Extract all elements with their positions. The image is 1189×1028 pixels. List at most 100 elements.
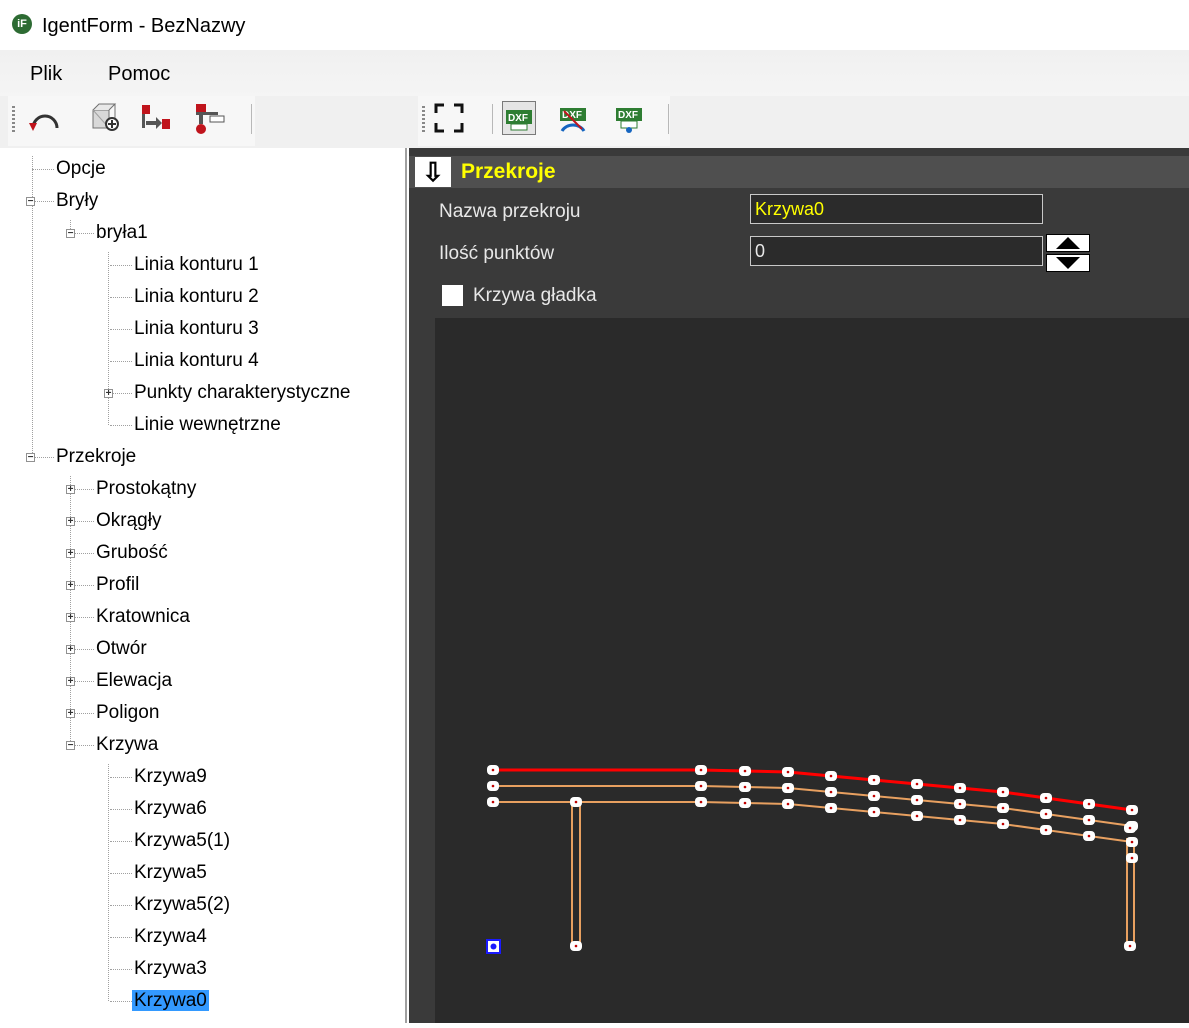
tree-node[interactable]: bryła1: [94, 220, 150, 246]
toolbar-separator: [668, 104, 669, 134]
expand-icon[interactable]: +: [66, 677, 75, 687]
smooth-label: Krzywa gładka: [473, 285, 597, 306]
stepper-up-button[interactable]: [1046, 234, 1090, 252]
node-center-dot: [1130, 808, 1134, 812]
add-solid-icon[interactable]: [88, 101, 122, 135]
tree-guide-line: [72, 489, 94, 490]
node-center-dot: [1130, 856, 1134, 860]
node-center-dot: [786, 786, 790, 790]
name-input[interactable]: Krzywa0: [750, 194, 1043, 224]
tree-node[interactable]: Kratownica: [94, 604, 192, 630]
tree-node-label: Okrągły: [96, 510, 162, 531]
arrow-down-icon[interactable]: ⇩: [415, 157, 451, 187]
node-center-dot: [1001, 822, 1005, 826]
tree-node[interactable]: Opcje: [54, 156, 108, 182]
tree-node[interactable]: Linia konturu 4: [132, 348, 261, 374]
section-profile-icon[interactable]: [192, 101, 226, 135]
expand-icon[interactable]: +: [66, 709, 75, 719]
tree-node[interactable]: Otwór: [94, 636, 149, 662]
tree-node-label: bryła1: [96, 222, 148, 243]
collapse-icon[interactable]: −: [66, 229, 75, 239]
toolbar-separator: [251, 104, 252, 134]
tree-view[interactable]: Opcje − Bryły − bryła1 Linia konturu 1 Linia k…: [0, 148, 407, 1023]
tree-guide-line: [72, 745, 94, 746]
tree-node[interactable]: Krzywa5(1): [132, 828, 232, 854]
node-center-dot: [1044, 828, 1048, 832]
tree-node[interactable]: Krzywa3: [132, 956, 209, 982]
stepper-down-button[interactable]: [1046, 254, 1090, 272]
rotate-arc-icon[interactable]: [28, 101, 62, 135]
tree-node-label: Krzywa6: [134, 798, 207, 819]
triangle-down-icon: [1056, 257, 1080, 269]
tree-node-label: Punkty charakterystyczne: [134, 382, 351, 403]
menu-pomoc[interactable]: Pomoc: [108, 62, 170, 86]
tree-node[interactable]: Krzywa0: [132, 988, 209, 1014]
smooth-checkbox[interactable]: [442, 285, 463, 306]
expand-icon[interactable]: +: [66, 645, 75, 655]
node-center-dot: [829, 774, 833, 778]
node-center-dot: [1128, 944, 1132, 948]
tree-node[interactable]: Krzywa5: [132, 860, 209, 886]
node-center-dot: [1087, 818, 1091, 822]
expand-icon[interactable]: +: [66, 485, 75, 495]
tree-node[interactable]: Grubość: [94, 540, 170, 566]
toolbar-grip[interactable]: [422, 106, 425, 134]
tree-node[interactable]: Linia konturu 2: [132, 284, 261, 310]
node-center-dot: [743, 801, 747, 805]
expand-icon[interactable]: +: [66, 581, 75, 591]
tree-guide-line: [72, 585, 94, 586]
expand-icon[interactable]: +: [66, 517, 75, 527]
tree-node-label: Krzywa3: [134, 958, 207, 979]
collapse-icon[interactable]: −: [66, 741, 75, 751]
dxf-export-icon[interactable]: DXF: [502, 101, 536, 135]
tree-node[interactable]: Linie wewnętrzne: [132, 412, 283, 438]
tree-node[interactable]: Linia konturu 3: [132, 316, 261, 342]
section-move-icon[interactable]: [138, 101, 172, 135]
points-input[interactable]: 0: [750, 236, 1043, 266]
tree-guide-line: [72, 713, 94, 714]
tree-node[interactable]: Okrągły: [94, 508, 163, 534]
toolbar-grip[interactable]: [12, 106, 15, 134]
expand-icon[interactable]: +: [66, 549, 75, 559]
tree-node[interactable]: Krzywa: [94, 732, 160, 758]
collapse-icon[interactable]: −: [26, 197, 35, 207]
tree-guide-line: [32, 201, 54, 202]
dxf-curve-icon[interactable]: DXF: [556, 101, 590, 135]
tree-node[interactable]: Poligon: [94, 700, 161, 726]
node-center-dot: [574, 800, 578, 804]
curve-line-3[interactable]: [493, 801, 1133, 843]
tree-guide-line: [110, 425, 132, 426]
dxf-points-icon[interactable]: DXF: [612, 101, 646, 135]
tree-node-label: Linia konturu 3: [134, 318, 259, 339]
expand-icon[interactable]: +: [104, 389, 113, 399]
triangle-up-icon: [1056, 237, 1080, 249]
tree-node[interactable]: Krzywa5(2): [132, 892, 232, 918]
tree-node-label: Otwór: [96, 638, 147, 659]
tree-node-label: Krzywa5(2): [134, 894, 231, 915]
expand-icon[interactable]: +: [66, 613, 75, 623]
tree-node[interactable]: Bryły: [54, 188, 100, 214]
tree-node-label: Krzywa4: [134, 926, 207, 947]
tree-node-label: Bryły: [56, 190, 99, 211]
tree-node[interactable]: Linia konturu 1: [132, 252, 261, 278]
fit-view-icon[interactable]: [432, 101, 466, 135]
tree-guide-line: [110, 361, 132, 362]
tree-node[interactable]: Prostokątny: [94, 476, 198, 502]
tree-guide-line: [110, 873, 132, 874]
tree-node[interactable]: Profil: [94, 572, 141, 598]
title-bar: iF IgentForm - BezNazwy: [0, 0, 1189, 50]
tree-node[interactable]: Krzywa9: [132, 764, 209, 790]
tree-node[interactable]: Krzywa6: [132, 796, 209, 822]
tree-node[interactable]: Elewacja: [94, 668, 174, 694]
drawing-canvas[interactable]: [435, 318, 1189, 1023]
collapse-icon[interactable]: −: [26, 453, 35, 463]
tree-guide-line: [108, 252, 109, 425]
section-drawing[interactable]: [435, 318, 1189, 1023]
tree-node[interactable]: Krzywa4: [132, 924, 209, 950]
menu-plik[interactable]: Plik: [30, 62, 62, 86]
tree-node-label: Krzywa9: [134, 766, 207, 787]
node-center-dot: [1001, 806, 1005, 810]
node-center-dot: [915, 814, 919, 818]
tree-node[interactable]: Przekroje: [54, 444, 138, 470]
tree-node[interactable]: Punkty charakterystyczne: [132, 380, 352, 406]
